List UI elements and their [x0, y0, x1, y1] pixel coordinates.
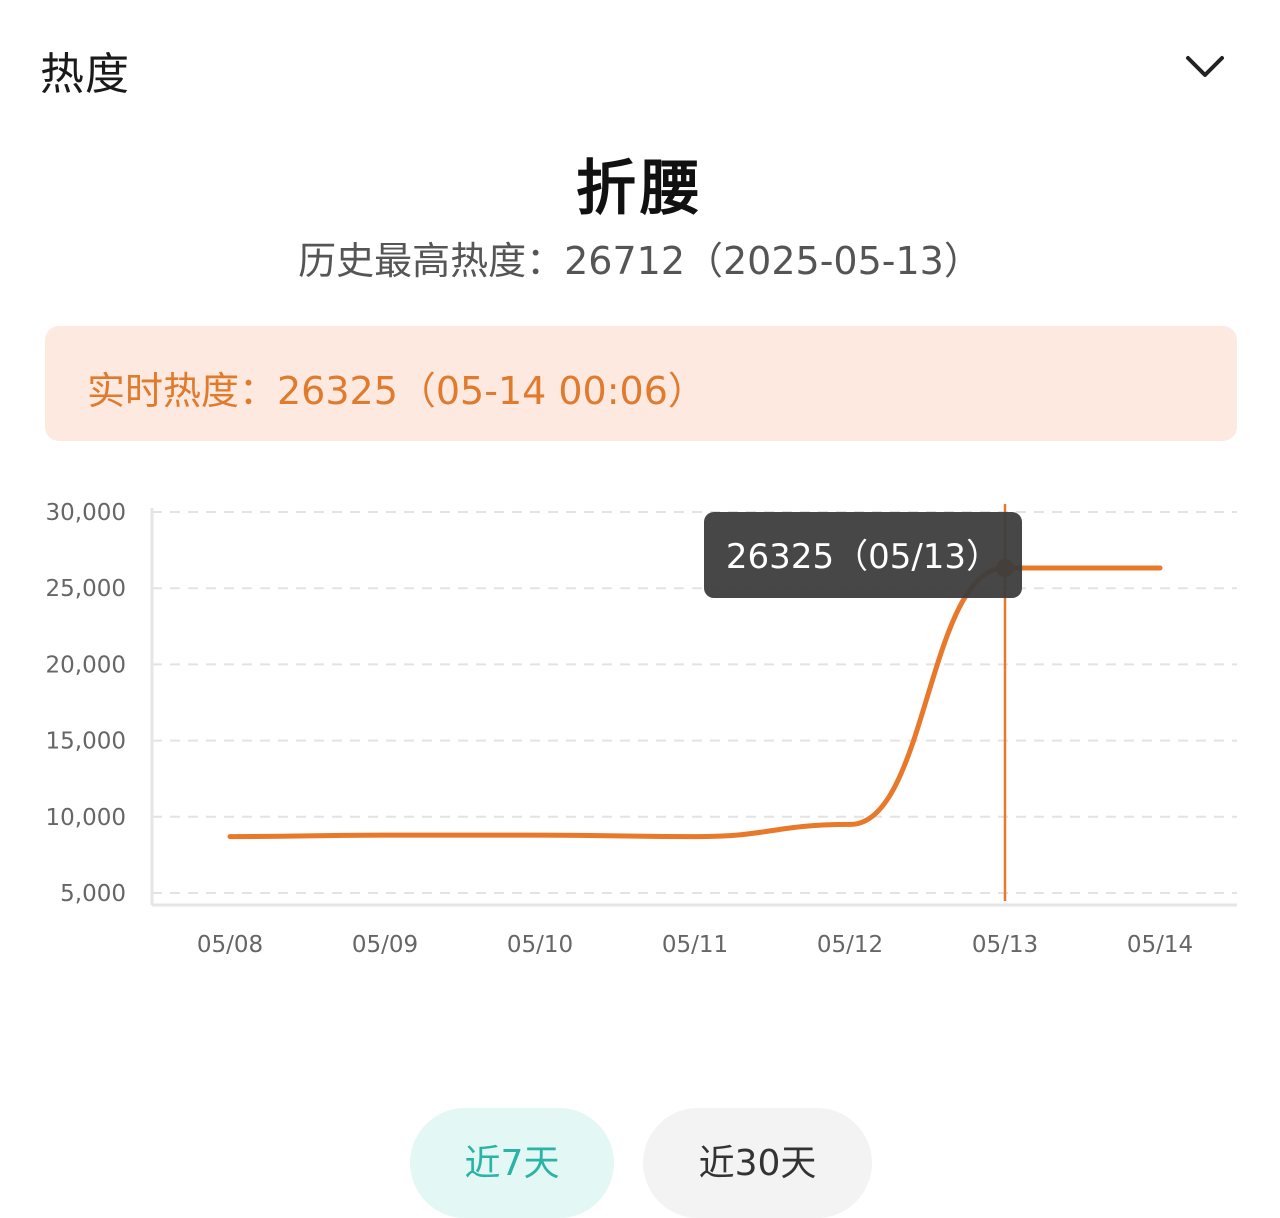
x-tick-label: 05/10 [507, 932, 573, 958]
y-tick-label: 25,000 [46, 576, 126, 602]
realtime-heat-banner: 实时热度：26325（05-14 00:06） [45, 326, 1237, 441]
x-tick-label: 05/09 [352, 932, 418, 958]
y-tick-label: 10,000 [46, 805, 126, 831]
tab-7-days[interactable]: 近7天 [410, 1108, 614, 1218]
y-tick-label: 15,000 [46, 729, 126, 755]
heat-series-line [227, 565, 1163, 840]
topic-title: 折腰 [576, 154, 704, 224]
tooltip-text: 26325（05/13） [726, 537, 1000, 577]
y-tick-label: 30,000 [46, 500, 126, 526]
heat-trend-chart[interactable]: 30,000 25,000 20,000 15,000 10,000 5,000 05/08… [0, 490, 1280, 980]
tab-30-days[interactable]: 近30天 [643, 1108, 872, 1218]
y-tick-label: 5,000 [60, 881, 126, 907]
realtime-heat-label: 实时热度：26325（05-14 00:06） [87, 369, 706, 413]
x-tick-label: 05/08 [197, 932, 263, 958]
panel-title: 热度 [40, 49, 130, 100]
x-tick-label: 05/13 [972, 932, 1038, 958]
x-tick-label: 05/11 [662, 932, 728, 958]
chevron-down-icon [1186, 56, 1224, 77]
x-tick-label: 05/12 [817, 932, 883, 958]
y-tick-label: 20,000 [46, 652, 126, 678]
collapse-button[interactable] [1180, 44, 1230, 90]
x-tick-label: 05/14 [1127, 932, 1193, 958]
peak-heat-label: 历史最高热度：26712（2025-05-13） [298, 239, 982, 283]
